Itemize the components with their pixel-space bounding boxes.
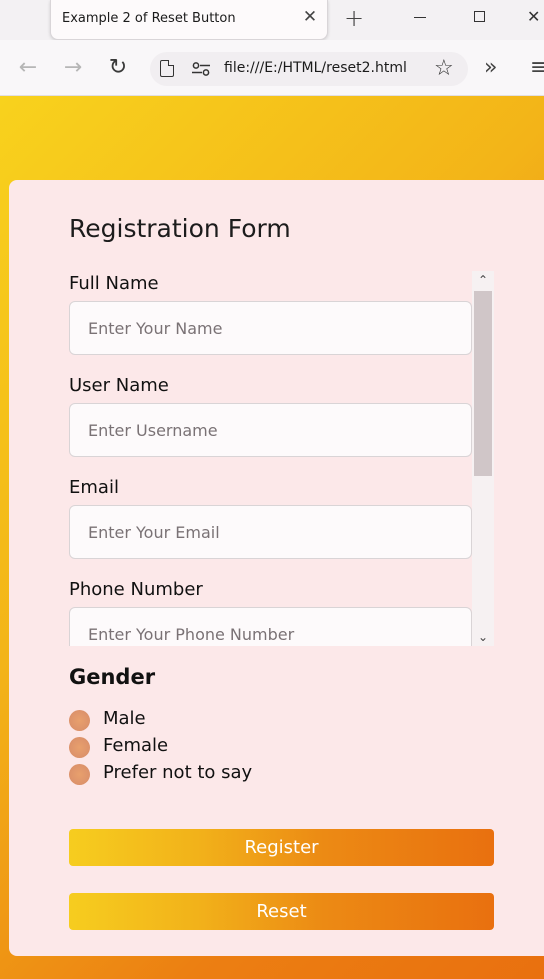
radio-button[interactable] xyxy=(69,764,90,785)
new-tab-icon[interactable]: + xyxy=(342,5,366,31)
radio-button[interactable] xyxy=(69,710,90,731)
scroll-up-arrow-icon[interactable]: ⌃ xyxy=(472,271,494,289)
app-menu-icon[interactable]: ≡ xyxy=(530,55,544,81)
phone-number-label: Phone Number xyxy=(69,579,203,600)
permissions-icon[interactable] xyxy=(191,61,211,77)
phone-number-input[interactable] xyxy=(69,607,472,646)
overflow-menu-icon[interactable]: » xyxy=(484,55,497,81)
tab-title: Example 2 of Reset Button xyxy=(62,11,236,26)
scrollbar[interactable]: ⌃ ⌄ xyxy=(472,271,494,646)
form-title: Registration Form xyxy=(69,214,291,243)
user-name-label: User Name xyxy=(69,375,169,396)
forward-icon[interactable]: → xyxy=(60,55,86,81)
email-input[interactable] xyxy=(69,505,472,559)
browser-toolbar: ← → ↻ file:///E:/HTML/reset2.html ☆ » ≡ xyxy=(0,40,544,96)
email-label: Email xyxy=(69,477,119,498)
radio-label: Male xyxy=(103,708,146,729)
browser-tab[interactable]: Example 2 of Reset Button ✕ xyxy=(50,0,328,40)
user-name-input[interactable] xyxy=(69,403,472,457)
close-window-icon[interactable]: ✕ xyxy=(527,5,544,29)
tab-strip: Example 2 of Reset Button ✕ + ✕ xyxy=(0,0,544,40)
scroll-down-arrow-icon[interactable]: ⌄ xyxy=(472,628,494,646)
radio-label: Prefer not to say xyxy=(103,762,253,783)
maximize-window-icon[interactable] xyxy=(474,11,485,22)
gender-option-male[interactable]: Male xyxy=(69,708,329,732)
reload-icon[interactable]: ↻ xyxy=(105,55,131,81)
radio-button[interactable] xyxy=(69,737,90,758)
bookmark-star-icon[interactable]: ☆ xyxy=(434,56,454,82)
gender-option-prefer-not[interactable]: Prefer not to say xyxy=(69,762,329,786)
url-text[interactable]: file:///E:/HTML/reset2.html xyxy=(224,60,407,76)
gender-title: Gender xyxy=(69,665,156,689)
minimize-window-icon[interactable] xyxy=(414,17,426,18)
radio-label: Female xyxy=(103,735,169,756)
fields-scroll-area[interactable]: Full Name User Name Email Phone Number ⌃… xyxy=(69,271,502,646)
full-name-input[interactable] xyxy=(69,301,472,355)
page-info-icon[interactable] xyxy=(160,60,174,77)
registration-card: Registration Form Full Name User Name Em… xyxy=(9,180,544,956)
scrollbar-thumb[interactable] xyxy=(474,291,492,476)
full-name-label: Full Name xyxy=(69,273,159,294)
gender-option-female[interactable]: Female xyxy=(69,735,329,759)
close-tab-icon[interactable]: ✕ xyxy=(299,6,321,28)
reset-button[interactable]: Reset xyxy=(69,893,494,930)
page-background: Registration Form Full Name User Name Em… xyxy=(0,96,544,979)
address-bar[interactable]: file:///E:/HTML/reset2.html ☆ xyxy=(150,52,468,86)
back-icon[interactable]: ← xyxy=(15,55,41,81)
register-button[interactable]: Register xyxy=(69,829,494,866)
